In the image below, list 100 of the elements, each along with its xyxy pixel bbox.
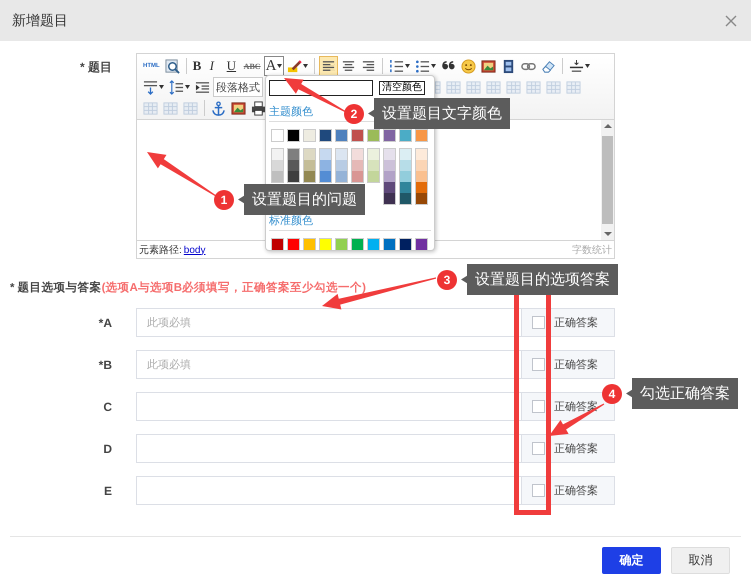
option-input[interactable] [136,392,521,421]
color-swatch[interactable] [336,171,347,182]
color-swatch[interactable] [384,171,395,182]
color-swatch[interactable] [400,160,411,171]
color-swatch[interactable] [272,171,283,182]
color-swatch[interactable] [320,149,331,160]
strike-button[interactable]: ABC [242,56,263,76]
cancel-button[interactable]: 取消 [671,547,730,574]
color-swatch[interactable] [304,160,315,171]
color-swatch[interactable] [351,129,364,142]
color-swatch[interactable] [288,149,299,160]
color-swatch[interactable] [416,182,427,193]
line-height-icon [169,80,184,94]
option-label: *A [98,316,112,330]
checkbox[interactable] [532,442,545,455]
close-icon[interactable] [725,14,737,26]
confirm-button[interactable]: 确定 [602,547,661,574]
color-swatch[interactable] [352,171,363,182]
color-swatch[interactable] [367,129,380,142]
color-swatch[interactable] [336,160,347,171]
checkbox[interactable] [532,484,545,497]
color-swatch[interactable] [416,149,427,160]
color-swatch[interactable] [352,160,363,171]
color-swatch[interactable] [367,238,380,251]
color-swatch[interactable] [400,149,411,160]
color-swatch[interactable] [368,149,379,160]
option-label: D [102,442,112,456]
callout: 设置题目的选项答案 [461,264,618,295]
callout: 设置题目的问题 [238,184,365,215]
field-label: * 题目 [78,59,112,76]
color-swatch[interactable] [303,129,316,142]
color-swatch[interactable] [288,160,299,171]
color-swatch[interactable] [287,129,300,142]
color-swatch[interactable] [320,160,331,171]
callout: 设置题目文字颜色 [368,98,510,129]
color-swatch[interactable] [304,171,315,182]
color-swatch[interactable] [303,238,316,251]
color-swatch[interactable] [271,129,284,142]
color-swatch[interactable] [368,171,379,182]
dialog-title: 新增题目 [12,12,68,30]
color-swatch[interactable] [416,160,427,171]
color-swatch[interactable] [400,182,411,193]
color-swatch[interactable] [351,238,364,251]
color-swatch[interactable] [400,193,411,204]
checkbox-label: 正确答案 [554,484,598,498]
anchor-icon [211,100,226,116]
table-icon [526,80,541,94]
color-swatch[interactable] [368,160,379,171]
option-input[interactable]: 此项必填 [136,350,521,379]
color-swatch[interactable] [272,160,283,171]
color-swatch[interactable] [384,149,395,160]
color-swatch[interactable] [320,171,331,182]
arrow [147,152,216,196]
color-swatch[interactable] [416,171,427,182]
checkbox[interactable] [532,358,545,371]
color-swatch[interactable] [304,149,315,160]
color-swatch[interactable] [272,149,283,160]
checkbox[interactable] [532,316,545,329]
color-swatch[interactable] [399,129,412,142]
color-swatch[interactable] [319,129,332,142]
element-path-link[interactable]: body [184,244,206,256]
scrollbar[interactable] [601,120,614,240]
color-swatch[interactable] [384,182,395,193]
color-swatch[interactable] [399,238,412,251]
color-swatch[interactable] [288,171,299,182]
toolbar-button[interactable] [319,56,338,76]
underline-button[interactable]: U [224,56,241,76]
color-swatch[interactable] [335,129,348,142]
bold-button[interactable]: B [190,56,207,76]
toolbar-button[interactable] [167,77,192,97]
fontcolor-button[interactable]: A [264,56,284,76]
color-swatch[interactable] [271,238,284,251]
clear-color-button[interactable]: 清空颜色 [379,81,425,95]
checkbox-label: 正确答案 [554,316,598,330]
color-swatch[interactable] [383,238,396,251]
color-swatch[interactable] [384,160,395,171]
word-count: 字数统计 [572,244,612,256]
callout: 勾选正确答案 [626,378,738,409]
checkbox-label: 正确答案 [554,442,598,456]
color-swatch[interactable] [415,238,428,251]
color-swatch[interactable] [384,193,395,204]
checkbox[interactable] [532,400,545,413]
option-label: C [102,400,112,414]
option-input[interactable]: 此项必填 [136,308,521,337]
option-input[interactable] [136,434,521,463]
color-swatch[interactable] [416,193,427,204]
color-swatch[interactable] [400,171,411,182]
color-swatch[interactable] [336,149,347,160]
color-swatch[interactable] [335,238,348,251]
option-input[interactable] [136,476,521,505]
color-swatch[interactable] [415,129,428,142]
indent-icon [195,80,210,94]
color-swatch[interactable] [383,129,396,142]
color-swatch[interactable] [287,238,300,251]
italic-button[interactable]: I [208,56,224,76]
checkbox-label: 正确答案 [554,358,598,372]
option-label: E [102,484,112,498]
color-swatch[interactable] [352,149,363,160]
color-swatch[interactable] [319,238,332,251]
paragraph-format-select[interactable]: 段落格式 [213,77,263,97]
